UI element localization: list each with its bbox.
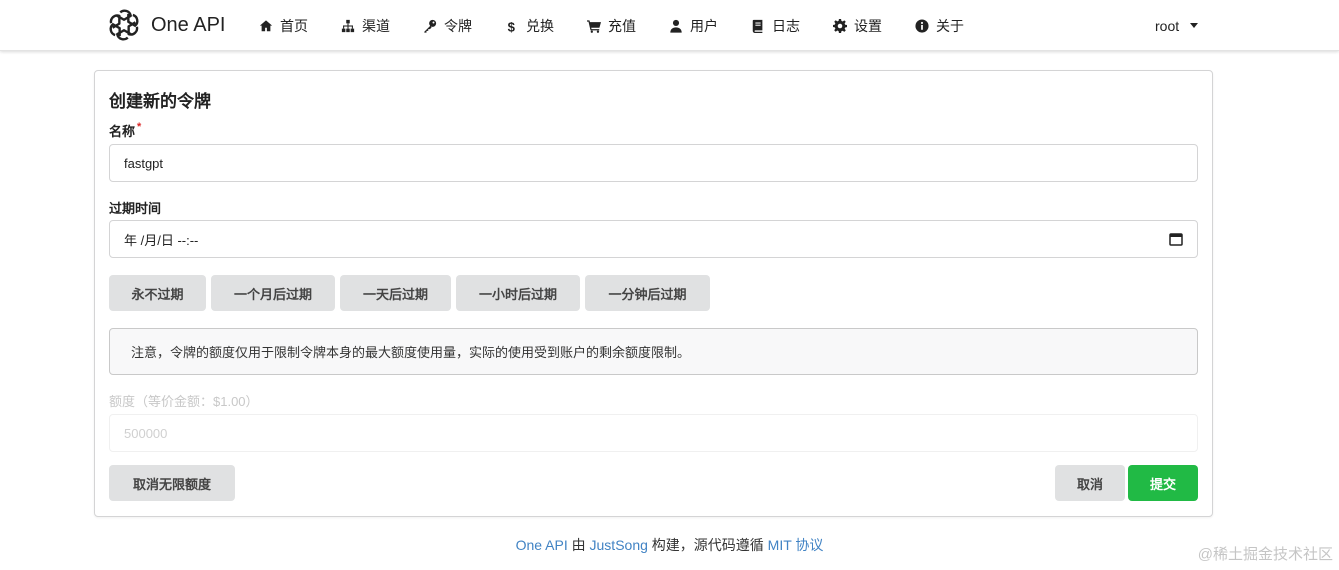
book-icon [750,18,766,34]
top-navbar: One API 首页 渠道 令牌 $ 兑换 充值 用户 日志 设置 关于 roo… [0,0,1339,51]
nav-item-about[interactable]: 关于 [914,16,964,36]
expire-label: 过期时间 [109,201,162,216]
nav-item-label: 用户 [690,17,718,34]
home-icon [258,18,274,34]
gear-icon [832,18,848,34]
name-label: 名称 * [109,121,141,140]
dollar-icon: $ [504,18,520,34]
nav-item-label: 兑换 [526,17,554,34]
nav-item-label: 首页 [280,17,308,34]
quota-input-value: 500000 [124,425,168,441]
name-input-value: fastgpt [124,155,164,171]
footer-middle-text: 构建，源代码遵循 [651,537,764,553]
calendar-icon[interactable] [1169,232,1183,246]
quick-expire-buttons: 永不过期 一个月后过期 一天后过期 一小时后过期 一分钟后过期 [109,275,715,311]
expire-datetime-input[interactable]: 年 /月/日 --:-- [109,220,1198,258]
user-name: root [1155,17,1180,34]
quota-input: 500000 [109,414,1198,452]
name-label-text: 名称 [109,124,136,139]
nav-item-label: 令牌 [444,17,472,34]
nav-item-logs[interactable]: 日志 [750,16,800,36]
expire-one-day-button[interactable]: 一天后过期 [340,275,451,311]
cancel-unlimited-quota-button[interactable]: 取消无限额度 [109,465,235,501]
nav-item-settings[interactable]: 设置 [832,16,882,36]
footer-app-link[interactable]: One API [516,537,568,553]
caret-down-icon [1190,23,1199,28]
svg-text:$: $ [508,19,516,33]
nav-item-tokens[interactable]: 令牌 [422,16,472,36]
brand-name: One API [151,13,226,36]
quota-notice: 注意，令牌的额度仅用于限制令牌本身的最大额度使用量，实际的使用受到账户的剩余额度… [109,328,1198,375]
nav-menu: 首页 渠道 令牌 $ 兑换 充值 用户 日志 设置 关于 [258,0,964,51]
nav-item-redeem[interactable]: $ 兑换 [504,16,554,36]
nav-item-label: 充值 [608,17,636,34]
nav-item-label: 日志 [772,17,800,34]
brand[interactable]: One API [106,7,226,43]
footer-license-link[interactable]: MIT 协议 [768,537,824,553]
page-title: 创建新的令牌 [109,92,211,111]
submit-button[interactable]: 提交 [1128,465,1198,501]
openai-logo-icon [109,9,139,41]
nav-item-label: 设置 [854,17,882,34]
footer-by-text: 由 [571,537,586,553]
sitemap-icon [340,18,356,34]
nav-item-label: 关于 [936,17,964,34]
create-token-card: 创建新的令牌 名称 * fastgpt 过期时间 年 /月/日 --:-- 永不过… [94,70,1213,517]
watermark: @稀土掘金技术社区 [1197,546,1333,563]
nav-item-label: 渠道 [362,17,390,34]
key-icon [422,18,438,34]
nav-item-channels[interactable]: 渠道 [340,16,390,36]
cart-icon [586,18,602,34]
never-expire-button[interactable]: 永不过期 [109,275,206,311]
user-icon [668,18,684,34]
notice-text: 注意，令牌的额度仅用于限制令牌本身的最大额度使用量，实际的使用受到账户的剩余额度… [131,345,691,360]
expire-one-month-button[interactable]: 一个月后过期 [211,275,335,311]
nav-item-topup[interactable]: 充值 [586,16,636,36]
expire-one-hour-button[interactable]: 一小时后过期 [456,275,580,311]
footer-author-link[interactable]: JustSong [590,537,648,553]
expire-input-value: 年 /月/日 --:-- [124,232,199,248]
name-input[interactable]: fastgpt [109,144,1198,182]
required-mark: * [137,121,142,133]
info-icon [914,18,930,34]
nav-item-users[interactable]: 用户 [668,16,718,36]
nav-item-home[interactable]: 首页 [258,16,308,36]
cancel-button[interactable]: 取消 [1055,465,1125,501]
quota-label: 额度（等价金额：$1.00） [109,394,259,409]
footer: One API 由 JustSong 构建，源代码遵循 MIT 协议 [0,535,1339,555]
user-menu-dropdown[interactable]: root [1155,0,1199,51]
expire-one-minute-button[interactable]: 一分钟后过期 [585,275,710,311]
